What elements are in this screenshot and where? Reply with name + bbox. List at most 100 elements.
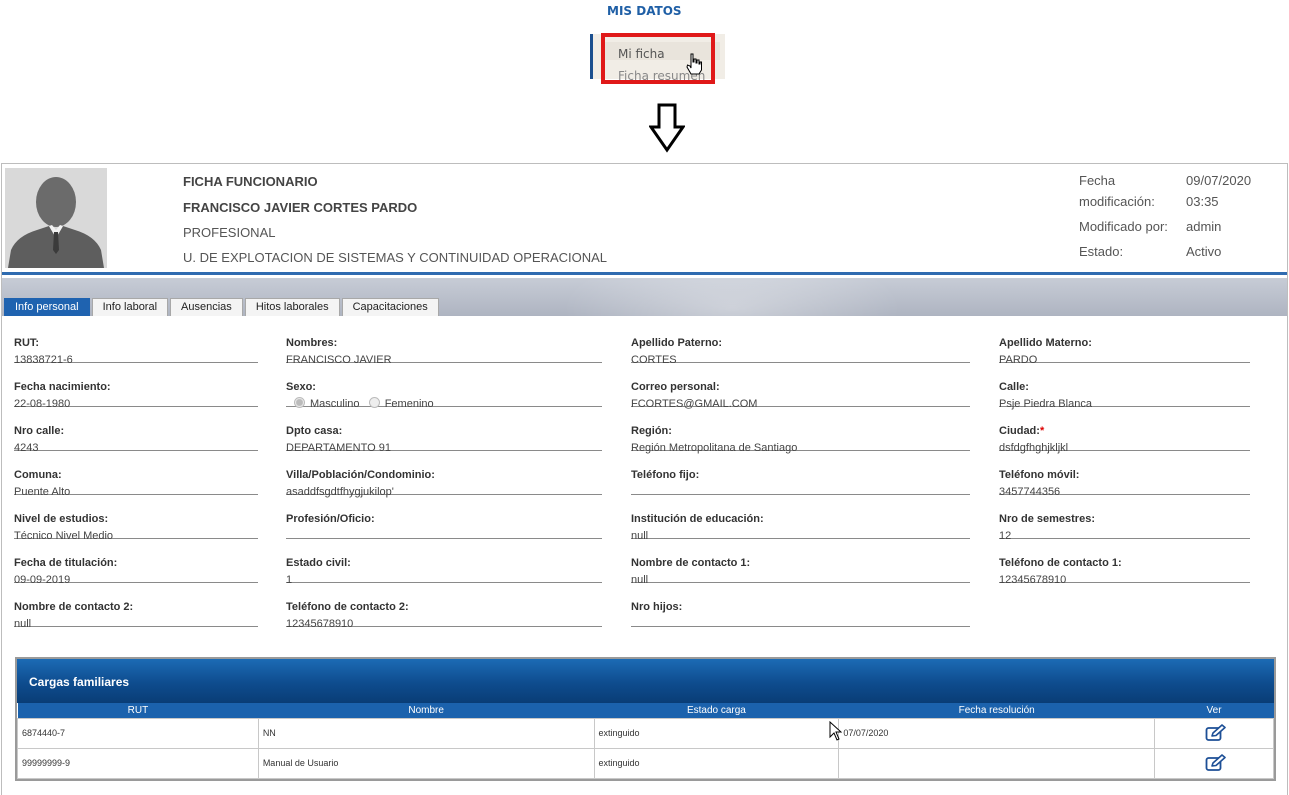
field-correo: Correo personal: FCORTES@GMAIL.COM xyxy=(631,367,970,410)
field-telefono-contacto-1: Teléfono de contacto 1: 12345678910 xyxy=(999,543,1250,586)
field-value: dsfdgfhghjkljkl xyxy=(999,442,1069,454)
cargas-title: Cargas familiares xyxy=(29,675,130,689)
ficha-title: FICHA FUNCIONARIO xyxy=(183,174,318,189)
cell-nombre: Manual de Usuario xyxy=(257,747,595,779)
field-label: Correo personal: xyxy=(631,381,720,393)
cell-fecha xyxy=(838,747,1156,779)
tab-info-laboral[interactable]: Info laboral xyxy=(91,298,169,316)
cell-estado: extinguido xyxy=(593,717,840,749)
tab-bar: Info personal Info laboral Ausencias Hit… xyxy=(4,298,439,316)
field-label: RUT: xyxy=(14,337,40,349)
tab-ausencias[interactable]: Ausencias xyxy=(170,298,243,316)
field-label: Teléfono de contacto 1: xyxy=(999,557,1122,569)
table-row: 6874440-7 NN extinguido 07/07/2020 xyxy=(17,717,1274,749)
field-telefono-movil: Teléfono móvil: 3457744356 xyxy=(999,455,1250,498)
field-fecha-titulacion: Fecha de titulación: 09-09-2019 xyxy=(14,543,258,586)
field-label: Apellido Paterno: xyxy=(631,337,723,349)
field-fecha-nacimiento: Fecha nacimiento: 22-08-1980 xyxy=(14,367,258,410)
field-contacto-1: Nombre de contacto 1: null xyxy=(631,543,970,586)
field-label: Nro calle: xyxy=(14,425,65,437)
field-nro-hijos: Nro hijos: xyxy=(631,587,970,627)
field-rut: RUT: 13838721-6 xyxy=(14,323,258,366)
mouse-pointer-icon xyxy=(829,721,842,741)
field-label: Profesión/Oficio: xyxy=(286,513,375,525)
field-label: Fecha nacimiento: xyxy=(14,381,111,393)
radio-label-femenino: Femenino xyxy=(384,398,434,410)
estado-value: Activo xyxy=(1186,244,1222,259)
field-value: 22-08-1980 xyxy=(14,398,71,410)
cell-fecha: 07/07/2020 xyxy=(838,717,1156,749)
field-villa: Villa/Población/Condominio: asaddfsgdtfh… xyxy=(286,455,602,498)
field-label: Sexo: xyxy=(286,381,316,393)
field-label: Calle: xyxy=(999,381,1029,393)
tab-hitos-laborales[interactable]: Hitos laborales xyxy=(244,298,340,316)
field-apellido-materno: Apellido Materno: PARDO xyxy=(999,323,1250,366)
table-row: 99999999-9 Manual de Usuario extinguido xyxy=(17,747,1274,779)
col-header-estado[interactable]: Estado carga xyxy=(594,703,839,718)
cell-ver xyxy=(1154,717,1274,749)
tab-info-personal[interactable]: Info personal xyxy=(4,298,90,316)
field-label: Nro de semestres: xyxy=(999,513,1095,525)
field-value: 12 xyxy=(999,530,1012,542)
radio-masculino[interactable] xyxy=(294,397,305,408)
ficha-header: FICHA FUNCIONARIO FRANCISCO JAVIER CORTE… xyxy=(2,164,1287,275)
field-label: Nivel de estudios: xyxy=(14,513,109,525)
field-value: null xyxy=(631,530,649,542)
hand-cursor-icon xyxy=(686,53,702,75)
person-silhouette-icon xyxy=(5,168,107,268)
ciudad-label: Ciudad: xyxy=(999,425,1040,437)
field-contacto-2: Nombre de contacto 2: null xyxy=(14,587,258,630)
field-sexo: Sexo: Masculino Femenino xyxy=(286,367,602,410)
ficha-panel: FICHA FUNCIONARIO FRANCISCO JAVIER CORTE… xyxy=(1,163,1288,795)
edit-icon[interactable] xyxy=(1205,754,1227,772)
radio-label-masculino: Masculino xyxy=(310,398,360,410)
table-header-row: RUT Nombre Estado carga Fecha resolución… xyxy=(17,703,1274,718)
radio-femenino[interactable] xyxy=(368,397,380,408)
field-value: Puente Alto xyxy=(14,486,71,498)
tab-capacitaciones[interactable]: Capacitaciones xyxy=(341,298,439,316)
field-label: Villa/Población/Condominio: xyxy=(286,469,435,481)
field-label: Dpto casa: xyxy=(286,425,343,437)
field-value: FRANCISCO JAVIER xyxy=(286,354,392,366)
col-header-rut[interactable]: RUT xyxy=(17,703,259,718)
field-value: Psje Piedra Blanca xyxy=(999,398,1092,410)
field-nro-calle: Nro calle: 4243 xyxy=(14,411,258,454)
field-value: Técnico Nivel Medio xyxy=(14,530,114,542)
estado-label: Estado: xyxy=(1079,244,1124,259)
field-institucion: Institución de educación: null xyxy=(631,499,970,542)
cell-nombre: NN xyxy=(257,717,595,749)
field-value: 13838721-6 xyxy=(14,354,73,366)
modificado-value: admin xyxy=(1186,219,1222,234)
edit-icon[interactable] xyxy=(1205,724,1227,742)
employee-name: FRANCISCO JAVIER CORTES PARDO xyxy=(183,200,418,215)
field-ciudad: Ciudad:* dsfdgfhghjkljkl xyxy=(999,411,1250,454)
field-label: Teléfono móvil: xyxy=(999,469,1080,481)
field-label: Apellido Materno: xyxy=(999,337,1092,349)
cell-estado: extinguido xyxy=(593,747,840,779)
field-value: DEPARTAMENTO 91 xyxy=(286,442,391,454)
col-header-fecha[interactable]: Fecha resolución xyxy=(838,703,1155,718)
mis-datos-menu[interactable]: MIS DATOS xyxy=(607,4,682,18)
field-value: CORTES xyxy=(631,354,677,366)
field-nombres: Nombres: FRANCISCO JAVIER xyxy=(286,323,602,366)
avatar xyxy=(5,168,107,268)
field-label: Institución de educación: xyxy=(631,513,764,525)
down-arrow-icon xyxy=(649,103,685,153)
field-estado-civil: Estado civil: 1 xyxy=(286,543,602,586)
field-label: Región: xyxy=(631,425,672,437)
cargas-familiares-panel: Cargas familiares RUT Nombre Estado carg… xyxy=(15,657,1276,781)
field-value: 1 xyxy=(286,574,293,586)
field-label: Ciudad:* xyxy=(999,425,1044,437)
cargas-table: RUT Nombre Estado carga Fecha resolución… xyxy=(17,703,1274,779)
col-header-nombre[interactable]: Nombre xyxy=(258,703,595,718)
field-value: null xyxy=(631,574,649,586)
field-value: FCORTES@GMAIL.COM xyxy=(631,398,758,410)
field-value: 3457744356 xyxy=(999,486,1061,498)
field-nro-semestres: Nro de semestres: 12 xyxy=(999,499,1250,542)
field-label: Comuna: xyxy=(14,469,62,481)
field-apellido-paterno: Apellido Paterno: CORTES xyxy=(631,323,970,366)
field-value: Región Metropolitana de Santiago xyxy=(631,442,798,454)
field-value: 12345678910 xyxy=(286,618,354,630)
field-label: Nombre de contacto 2: xyxy=(14,601,134,613)
field-profesion: Profesión/Oficio: xyxy=(286,499,602,539)
